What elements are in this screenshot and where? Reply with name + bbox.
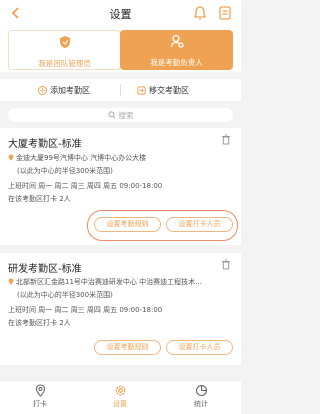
area-card[interactable]: 大厦考勤区-标准 金迪大厦99号汽博中心 汽博中心办公大楼 (以此为中心的半径3… bbox=[0, 128, 241, 245]
area-title: 大厦考勤区-标准 bbox=[8, 139, 82, 150]
pie-chart-icon bbox=[195, 384, 207, 397]
search-placeholder: 搜索 bbox=[118, 110, 134, 120]
area-schedule: 上班时间 周一 周二 周三 周四 周五 09:00-18:00 bbox=[8, 306, 163, 314]
set-rule-button[interactable]: 设置考勤规则 bbox=[94, 217, 161, 232]
role-label: 我是团队管理员 bbox=[38, 59, 91, 68]
bottom-tab-bar: 打卡 设置 统计 bbox=[0, 380, 241, 414]
top-bar: 设置 bbox=[0, 0, 241, 28]
gear-icon bbox=[115, 385, 125, 396]
area-title: 研发考勤区-标准 bbox=[8, 264, 82, 275]
area-range: (以此为中心的半径300米范围) bbox=[17, 167, 113, 175]
plus-icon: + bbox=[38, 85, 47, 95]
transfer-icon bbox=[137, 85, 146, 95]
location-icon bbox=[35, 384, 45, 397]
location-pin-icon bbox=[8, 154, 14, 161]
tab-label: 设置 bbox=[113, 400, 127, 408]
tab-statistics[interactable]: 统计 bbox=[181, 384, 221, 409]
role-team-admin[interactable]: 我是团队管理员 bbox=[8, 30, 121, 70]
area-address: 北部新区汇金路11号中治赛迪研发中心 中治赛迪工程技术... bbox=[8, 277, 202, 287]
role-switcher: 我是团队管理员 我是考勤负责人 bbox=[0, 28, 241, 72]
set-rule-button[interactable]: 设置考勤规则 bbox=[94, 340, 161, 355]
tab-settings[interactable]: 设置 bbox=[100, 384, 140, 409]
set-person-button[interactable]: 设置打卡人员 bbox=[166, 340, 233, 355]
shield-icon bbox=[59, 36, 70, 48]
add-area-button[interactable]: + 添加考勤区 bbox=[38, 83, 90, 97]
tab-clock-in[interactable]: 打卡 bbox=[20, 384, 60, 409]
search-icon bbox=[107, 111, 116, 119]
transfer-area-label: 移交考勤区 bbox=[149, 85, 189, 95]
area-range: (以此为中心的半径300米范围) bbox=[17, 291, 113, 299]
divider bbox=[120, 84, 121, 96]
area-card[interactable]: 研发考勤区-标准 北部新区汇金路11号中治赛迪研发中心 中治赛迪工程技术... … bbox=[0, 253, 241, 365]
area-count: 在该考勤区打卡 2人 bbox=[8, 195, 71, 203]
user-gear-icon bbox=[170, 34, 184, 48]
role-label: 我是考勤负责人 bbox=[150, 58, 203, 67]
area-address: 金迪大厦99号汽博中心 汽博中心办公大楼 bbox=[8, 153, 146, 163]
transfer-area-button[interactable]: 移交考勤区 bbox=[137, 83, 189, 97]
trash-icon[interactable] bbox=[221, 134, 231, 145]
add-area-label: 添加考勤区 bbox=[50, 85, 90, 95]
tab-label: 打卡 bbox=[33, 400, 47, 408]
area-count: 在该考勤区打卡 2人 bbox=[8, 319, 71, 327]
area-schedule: 上班时间 周一 周二 周三 周四 周五 09:00-18:00 bbox=[8, 182, 163, 190]
area-actions: + 添加考勤区 移交考勤区 bbox=[0, 79, 241, 101]
tab-label: 统计 bbox=[194, 400, 208, 408]
set-person-button[interactable]: 设置打卡人员 bbox=[166, 217, 233, 232]
role-attendance-manager[interactable]: 我是考勤负责人 bbox=[120, 30, 233, 70]
trash-icon[interactable] bbox=[221, 259, 231, 270]
bell-icon[interactable] bbox=[193, 5, 207, 21]
search-input[interactable]: 搜索 bbox=[8, 108, 233, 122]
location-pin-icon bbox=[8, 278, 14, 285]
document-icon[interactable] bbox=[218, 5, 232, 21]
